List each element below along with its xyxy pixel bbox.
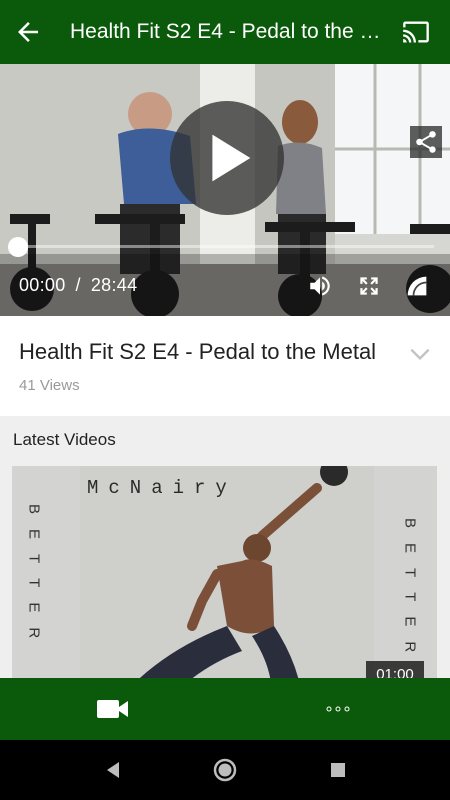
cast-icon (403, 21, 429, 43)
video-info: Health Fit S2 E4 - Pedal to the Metal 41… (0, 316, 450, 416)
latest-video-card[interactable]: McNairy BETTER BETTER 01:00 (12, 466, 437, 678)
volume-button[interactable] (303, 269, 337, 303)
video-player[interactable]: 00:00 / 28:44 (0, 64, 450, 316)
video-title: Health Fit S2 E4 - Pedal to the Metal (19, 339, 377, 364)
thumbnail-title-text: McNairy (87, 477, 237, 499)
expand-description-button[interactable] (406, 340, 434, 368)
more-dots-icon (326, 706, 349, 712)
chevron-down-icon (410, 348, 430, 361)
video-thumbnail: McNairy BETTER BETTER (12, 466, 437, 678)
system-recents-button[interactable] (322, 754, 354, 786)
system-nav-bar (0, 740, 450, 800)
fit-icon (407, 276, 427, 296)
system-home-button[interactable] (209, 754, 241, 786)
share-icon (416, 131, 436, 153)
system-back-button[interactable] (97, 754, 129, 786)
thumbnail-left-text: BETTER (26, 504, 43, 653)
videos-tab[interactable] (0, 678, 225, 740)
app-bar: Health Fit S2 E4 - Pedal to the Metal (0, 0, 450, 64)
time-separator: / (75, 275, 81, 295)
fullscreen-icon (360, 277, 378, 295)
seek-bar[interactable] (18, 245, 434, 248)
time-display: 00:00 / 28:44 (19, 275, 137, 296)
fit-screen-button[interactable] (400, 269, 434, 303)
total-duration: 28:44 (90, 275, 138, 295)
triangle-back-icon (107, 762, 119, 778)
thumbnail-right-text: BETTER (402, 518, 419, 667)
bottom-nav (0, 678, 450, 740)
app-bar-title: Health Fit S2 E4 - Pedal to the Metal (70, 20, 390, 43)
seek-handle[interactable] (8, 237, 28, 257)
circle-home-icon (213, 758, 237, 782)
fullscreen-button[interactable] (352, 269, 386, 303)
share-button[interactable] (410, 126, 442, 158)
back-button[interactable] (0, 0, 56, 64)
latest-videos-heading: Latest Videos (13, 430, 116, 449)
play-icon (212, 134, 251, 182)
arrow-left-icon (18, 22, 38, 42)
current-time: 00:00 (19, 275, 66, 295)
video-duration-badge: 01:00 (366, 661, 424, 678)
cast-button[interactable] (390, 0, 442, 64)
square-recents-icon (331, 763, 345, 777)
volume-icon (310, 276, 330, 296)
view-count: 41 Views (19, 377, 80, 394)
play-button[interactable] (170, 101, 284, 215)
latest-videos-section: Latest Videos McNairy BETTER BETTER 01:0… (0, 416, 450, 678)
more-tab[interactable] (225, 678, 450, 740)
video-camera-icon (96, 700, 128, 718)
